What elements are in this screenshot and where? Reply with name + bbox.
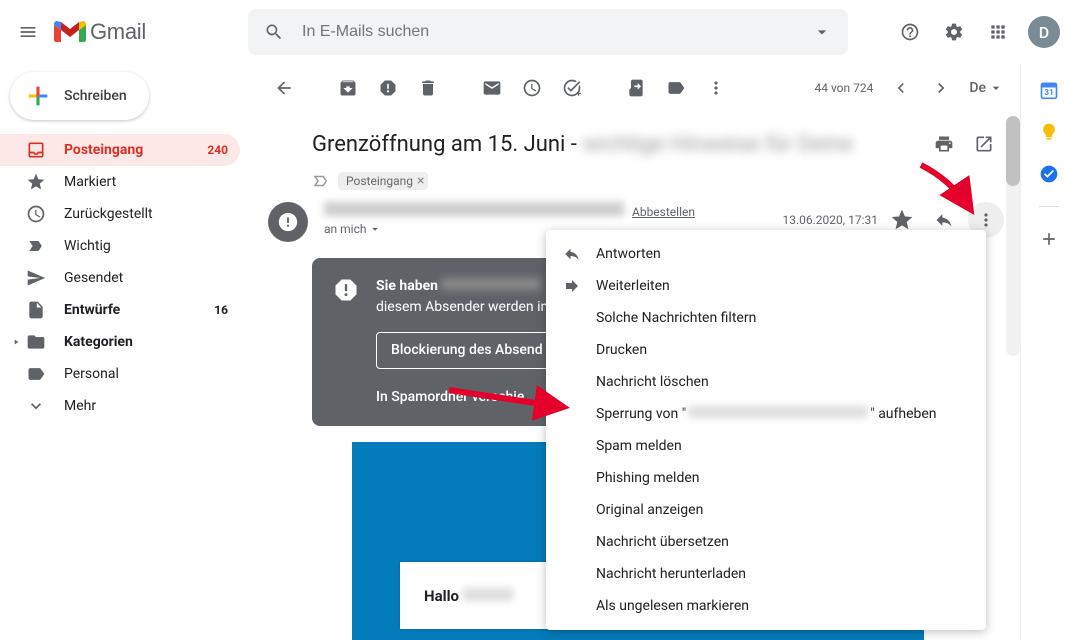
sidebar-item-important[interactable]: Wichtig xyxy=(0,230,240,262)
inbox-icon xyxy=(26,140,46,160)
tasks-icon[interactable] xyxy=(1039,164,1059,184)
input-language[interactable]: De xyxy=(969,80,1004,96)
labels-icon[interactable] xyxy=(656,68,696,108)
svg-text:31: 31 xyxy=(1044,88,1054,98)
sidebar-item-more[interactable]: Mehr xyxy=(0,390,240,422)
sidebar-item-sent[interactable]: Gesendet xyxy=(0,262,240,294)
remove-label-icon[interactable]: × xyxy=(417,173,424,189)
sidebar-item-categories[interactable]: Kategorien xyxy=(0,326,240,358)
menu-mark-unread[interactable]: Als ungelesen markieren xyxy=(546,590,986,622)
more-icon[interactable] xyxy=(696,68,736,108)
help-icon[interactable] xyxy=(890,12,930,52)
menu-forward[interactable]: Weiterleiten xyxy=(546,270,986,302)
menu-download[interactable]: Nachricht herunterladen xyxy=(546,558,986,590)
chevron-down-icon xyxy=(26,396,46,416)
sidebar-item-starred[interactable]: Markiert xyxy=(0,166,240,198)
message-toolbar: + 44 von 724 De xyxy=(256,64,1020,112)
important-marker-icon[interactable] xyxy=(312,172,330,190)
svg-text:+: + xyxy=(576,89,581,98)
menu-translate[interactable]: Nachricht übersetzen xyxy=(546,526,986,558)
categories-icon xyxy=(26,332,46,352)
menu-print[interactable]: Drucken xyxy=(546,334,986,366)
apps-icon[interactable] xyxy=(978,12,1018,52)
menu-show-original[interactable]: Original anzeigen xyxy=(546,494,986,526)
mark-unread-icon[interactable] xyxy=(472,68,512,108)
message-subject: Grenzöffnung am 15. Juni - wichtige Hinw… xyxy=(312,132,924,157)
send-icon xyxy=(26,268,46,288)
menu-report-spam[interactable]: Spam melden xyxy=(546,430,986,462)
sender-name xyxy=(324,202,624,216)
scrollbar-thumb[interactable] xyxy=(1006,116,1020,186)
snooze-icon[interactable] xyxy=(512,68,552,108)
greeting: Hallo xyxy=(424,587,513,605)
next-icon[interactable] xyxy=(921,68,961,108)
app-header: Gmail D xyxy=(0,0,1076,64)
search-input[interactable] xyxy=(294,23,802,41)
sidebar-item-snoozed[interactable]: Zurückgestellt xyxy=(0,198,240,230)
search-dropdown-icon[interactable] xyxy=(802,12,842,52)
menu-report-phishing[interactable]: Phishing melden xyxy=(546,462,986,494)
compose-button[interactable]: Schreiben xyxy=(10,72,149,120)
search-icon[interactable] xyxy=(254,12,294,52)
menu-reply[interactable]: Antworten xyxy=(546,238,986,270)
menu-delete[interactable]: Nachricht löschen xyxy=(546,366,986,398)
new-window-icon[interactable] xyxy=(964,124,1004,164)
message-context-menu: Antworten Weiterleiten Solche Nachrichte… xyxy=(546,230,986,630)
warning-icon xyxy=(332,276,360,304)
spam-icon[interactable] xyxy=(368,68,408,108)
app-name: Gmail xyxy=(90,19,146,45)
search-bar[interactable] xyxy=(248,9,848,55)
sidebar-item-inbox[interactable]: Posteingang 240 xyxy=(0,134,240,166)
sidebar-item-drafts[interactable]: Entwürfe 16 xyxy=(0,294,240,326)
side-panel: 31 xyxy=(1020,64,1076,640)
reply-icon xyxy=(562,245,582,263)
sidebar-item-personal[interactable]: Personal xyxy=(0,358,240,390)
sender-avatar xyxy=(268,202,308,242)
unblock-button[interactable]: Blockierung des Absend xyxy=(376,332,558,369)
settings-icon[interactable] xyxy=(934,12,974,52)
move-icon[interactable] xyxy=(616,68,656,108)
menu-filter[interactable]: Solche Nachrichten filtern xyxy=(546,302,986,334)
unsubscribe-link[interactable]: Abbestellen xyxy=(632,205,695,219)
inbox-label-chip[interactable]: Posteingang× xyxy=(338,172,428,190)
prev-icon[interactable] xyxy=(881,68,921,108)
back-icon[interactable] xyxy=(264,68,304,108)
forward-icon xyxy=(562,277,582,295)
gmail-logo-icon xyxy=(54,20,86,44)
calendar-icon[interactable]: 31 xyxy=(1039,80,1059,100)
draft-icon xyxy=(26,300,46,320)
archive-icon[interactable] xyxy=(328,68,368,108)
label-icon xyxy=(26,364,46,384)
add-icon[interactable] xyxy=(1039,229,1059,249)
important-icon xyxy=(26,236,46,256)
message-date: 13.06.2020, 17:31 xyxy=(782,213,878,227)
delete-icon[interactable] xyxy=(408,68,448,108)
sidebar: Schreiben Posteingang 240 Markiert Zurüc… xyxy=(0,64,256,640)
add-task-icon[interactable]: + xyxy=(552,68,592,108)
account-avatar[interactable]: D xyxy=(1028,16,1060,48)
compose-label: Schreiben xyxy=(64,88,127,104)
keep-icon[interactable] xyxy=(1039,122,1059,142)
star-icon xyxy=(26,172,46,192)
clock-icon xyxy=(26,204,46,224)
move-to-spam-link[interactable]: In Spamordner verschie xyxy=(376,389,524,405)
plus-icon xyxy=(24,82,52,110)
menu-icon[interactable] xyxy=(8,12,48,52)
menu-unblock[interactable]: Sperrung von "" aufheben xyxy=(546,398,986,430)
pager-text: 44 von 724 xyxy=(814,81,873,95)
print-icon[interactable] xyxy=(924,124,964,164)
